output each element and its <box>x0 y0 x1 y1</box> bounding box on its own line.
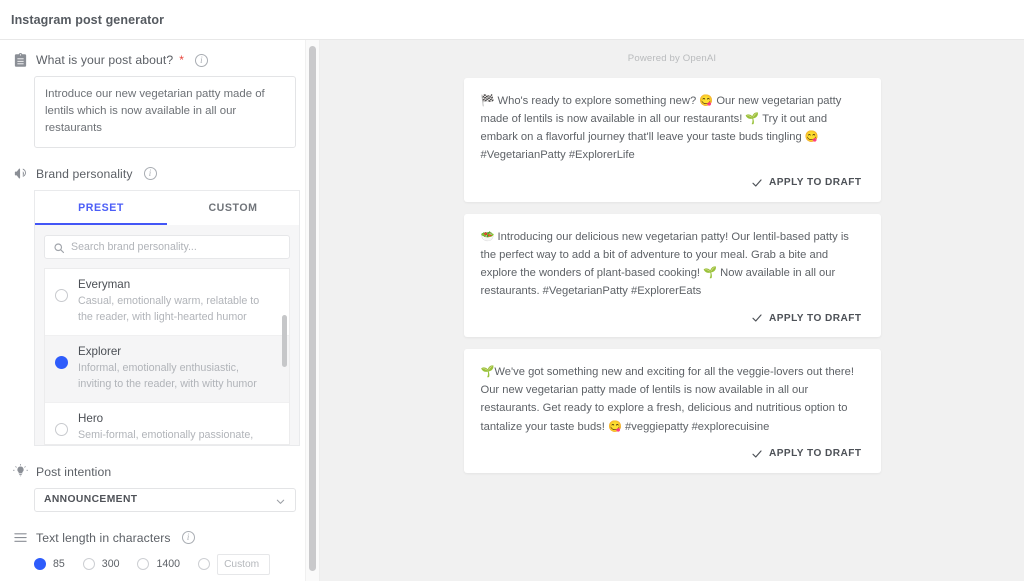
lines-icon <box>12 530 28 546</box>
length-option-85[interactable]: 85 <box>34 558 65 571</box>
field-text-length: Text length in characters i 85 300 1400 <box>10 530 295 575</box>
field-post-intention-label: Post intention <box>36 464 112 479</box>
brand-personality-search[interactable] <box>44 234 290 259</box>
info-icon[interactable]: i <box>181 531 195 545</box>
search-input[interactable] <box>71 240 289 253</box>
field-post-intention-header: Post intention <box>10 464 295 480</box>
brand-personality-list[interactable]: Everyman Casual, emotionally warm, relat… <box>44 267 290 445</box>
result-card-text: 🌱We've got something new and exciting fo… <box>480 366 854 433</box>
personality-list-scrollbar[interactable] <box>282 273 287 442</box>
results-card-list: 🏁 Who's ready to explore something new? … <box>320 78 1024 473</box>
megaphone-icon <box>12 166 28 182</box>
length-label: 1400 <box>156 558 181 571</box>
personality-description: Casual, emotionally warm, relatable to t… <box>78 294 260 323</box>
field-post-about: What is your post about? * i Introduce o… <box>10 52 296 148</box>
scrollbar-thumb[interactable] <box>309 46 316 571</box>
result-card: 🏁 Who's ready to explore something new? … <box>463 78 881 202</box>
field-text-length-label: Text length in characters <box>36 530 171 545</box>
form-sidebar: What is your post about? * i Introduce o… <box>0 40 320 581</box>
main-layout: What is your post about? * i Introduce o… <box>0 40 1024 581</box>
text-length-options: 85 300 1400 <box>34 553 295 575</box>
info-icon[interactable]: i <box>143 167 157 181</box>
result-card-text: 🏁 Who's ready to explore something new? … <box>480 95 842 162</box>
field-text-length-header: Text length in characters i <box>10 530 295 546</box>
results-panel: Powered by OpenAI 🏁 Who's ready to explo… <box>320 40 1024 581</box>
field-post-about-label: What is your post about? <box>36 53 174 67</box>
radio-length-custom[interactable] <box>198 558 211 571</box>
result-card-actions: APPLY TO DRAFT <box>481 445 864 463</box>
page-title: Instagram post generator <box>11 12 165 27</box>
result-card: 🥗 Introducing our delicious new vegetari… <box>463 213 881 338</box>
list-item[interactable]: Everyman Casual, emotionally warm, relat… <box>45 268 289 336</box>
check-icon <box>751 312 763 324</box>
radio-everyman[interactable] <box>55 288 68 302</box>
apply-to-draft-button[interactable]: APPLY TO DRAFT <box>749 174 864 192</box>
length-option-1400[interactable]: 1400 <box>137 558 181 571</box>
brand-personality-widget: PRESET CUSTOM Search brand personality..… <box>34 189 300 446</box>
field-brand-personality-label: Brand personality <box>36 166 133 181</box>
length-label: 85 <box>53 558 65 571</box>
brand-personality-panel: Everyman Casual, emotionally warm, relat… <box>34 224 300 446</box>
field-post-intention: Post intention ANNOUNCEMENT <box>10 464 296 512</box>
chevron-down-icon <box>275 494 286 505</box>
apply-to-draft-button[interactable]: APPLY TO DRAFT <box>749 445 864 463</box>
tab-preset[interactable]: PRESET <box>35 191 167 225</box>
lightbulb-icon <box>12 464 28 480</box>
list-item[interactable]: Explorer Informal, emotionally enthusias… <box>45 335 289 403</box>
result-card-actions: APPLY TO DRAFT <box>481 174 864 192</box>
powered-by-label: Powered by OpenAI <box>627 53 717 64</box>
list-item[interactable]: Hero Semi-formal, emotionally passionate… <box>45 402 289 444</box>
post-about-textarea[interactable]: Introduce our new vegetarian patty made … <box>34 76 296 148</box>
field-brand-personality-header: Brand personality i <box>10 166 295 182</box>
apply-to-draft-label: APPLY TO DRAFT <box>769 448 862 460</box>
field-brand-personality: Brand personality i PRESET CUSTOM Search… <box>10 166 300 446</box>
required-marker: * <box>179 53 184 67</box>
custom-length-input[interactable] <box>217 553 271 575</box>
field-post-about-header: What is your post about? * i <box>10 52 295 68</box>
length-option-custom[interactable] <box>198 553 271 575</box>
radio-explorer[interactable] <box>55 355 68 369</box>
clipboard-icon <box>12 52 28 68</box>
result-card: 🌱We've got something new and exciting fo… <box>463 349 881 473</box>
apply-to-draft-button[interactable]: APPLY TO DRAFT <box>749 309 864 327</box>
radio-length-85[interactable] <box>34 558 46 571</box>
personality-description: Informal, emotionally enthusiastic, invi… <box>78 361 257 390</box>
brand-personality-tabs: PRESET CUSTOM <box>34 189 300 225</box>
post-intention-select[interactable]: ANNOUNCEMENT <box>34 487 296 512</box>
info-icon[interactable]: i <box>194 53 208 67</box>
personality-description: Semi-formal, emotionally passionate, hel… <box>78 428 254 441</box>
form-scroll-area: What is your post about? * i Introduce o… <box>0 40 319 581</box>
length-label: 300 <box>101 558 120 571</box>
app-titlebar: Instagram post generator <box>0 0 1024 40</box>
personality-name: Everyman <box>78 277 131 291</box>
personality-name: Explorer <box>78 344 122 358</box>
sidebar-scrollbar[interactable] <box>305 40 319 581</box>
scrollbar-thumb[interactable] <box>282 314 287 367</box>
apply-to-draft-label: APPLY TO DRAFT <box>769 312 862 324</box>
check-icon <box>751 177 763 189</box>
apply-to-draft-label: APPLY TO DRAFT <box>769 177 862 189</box>
radio-length-300[interactable] <box>82 558 95 571</box>
radio-hero[interactable] <box>55 422 68 436</box>
post-intention-value: ANNOUNCEMENT <box>44 494 138 506</box>
result-card-text: 🥗 Introducing our delicious new vegetari… <box>480 230 849 297</box>
radio-length-1400[interactable] <box>137 558 150 571</box>
tab-custom[interactable]: CUSTOM <box>167 191 299 225</box>
length-option-300[interactable]: 300 <box>82 558 120 571</box>
search-icon <box>53 241 65 253</box>
personality-name: Hero <box>78 411 104 425</box>
result-card-actions: APPLY TO DRAFT <box>481 309 864 327</box>
check-icon <box>751 448 763 460</box>
